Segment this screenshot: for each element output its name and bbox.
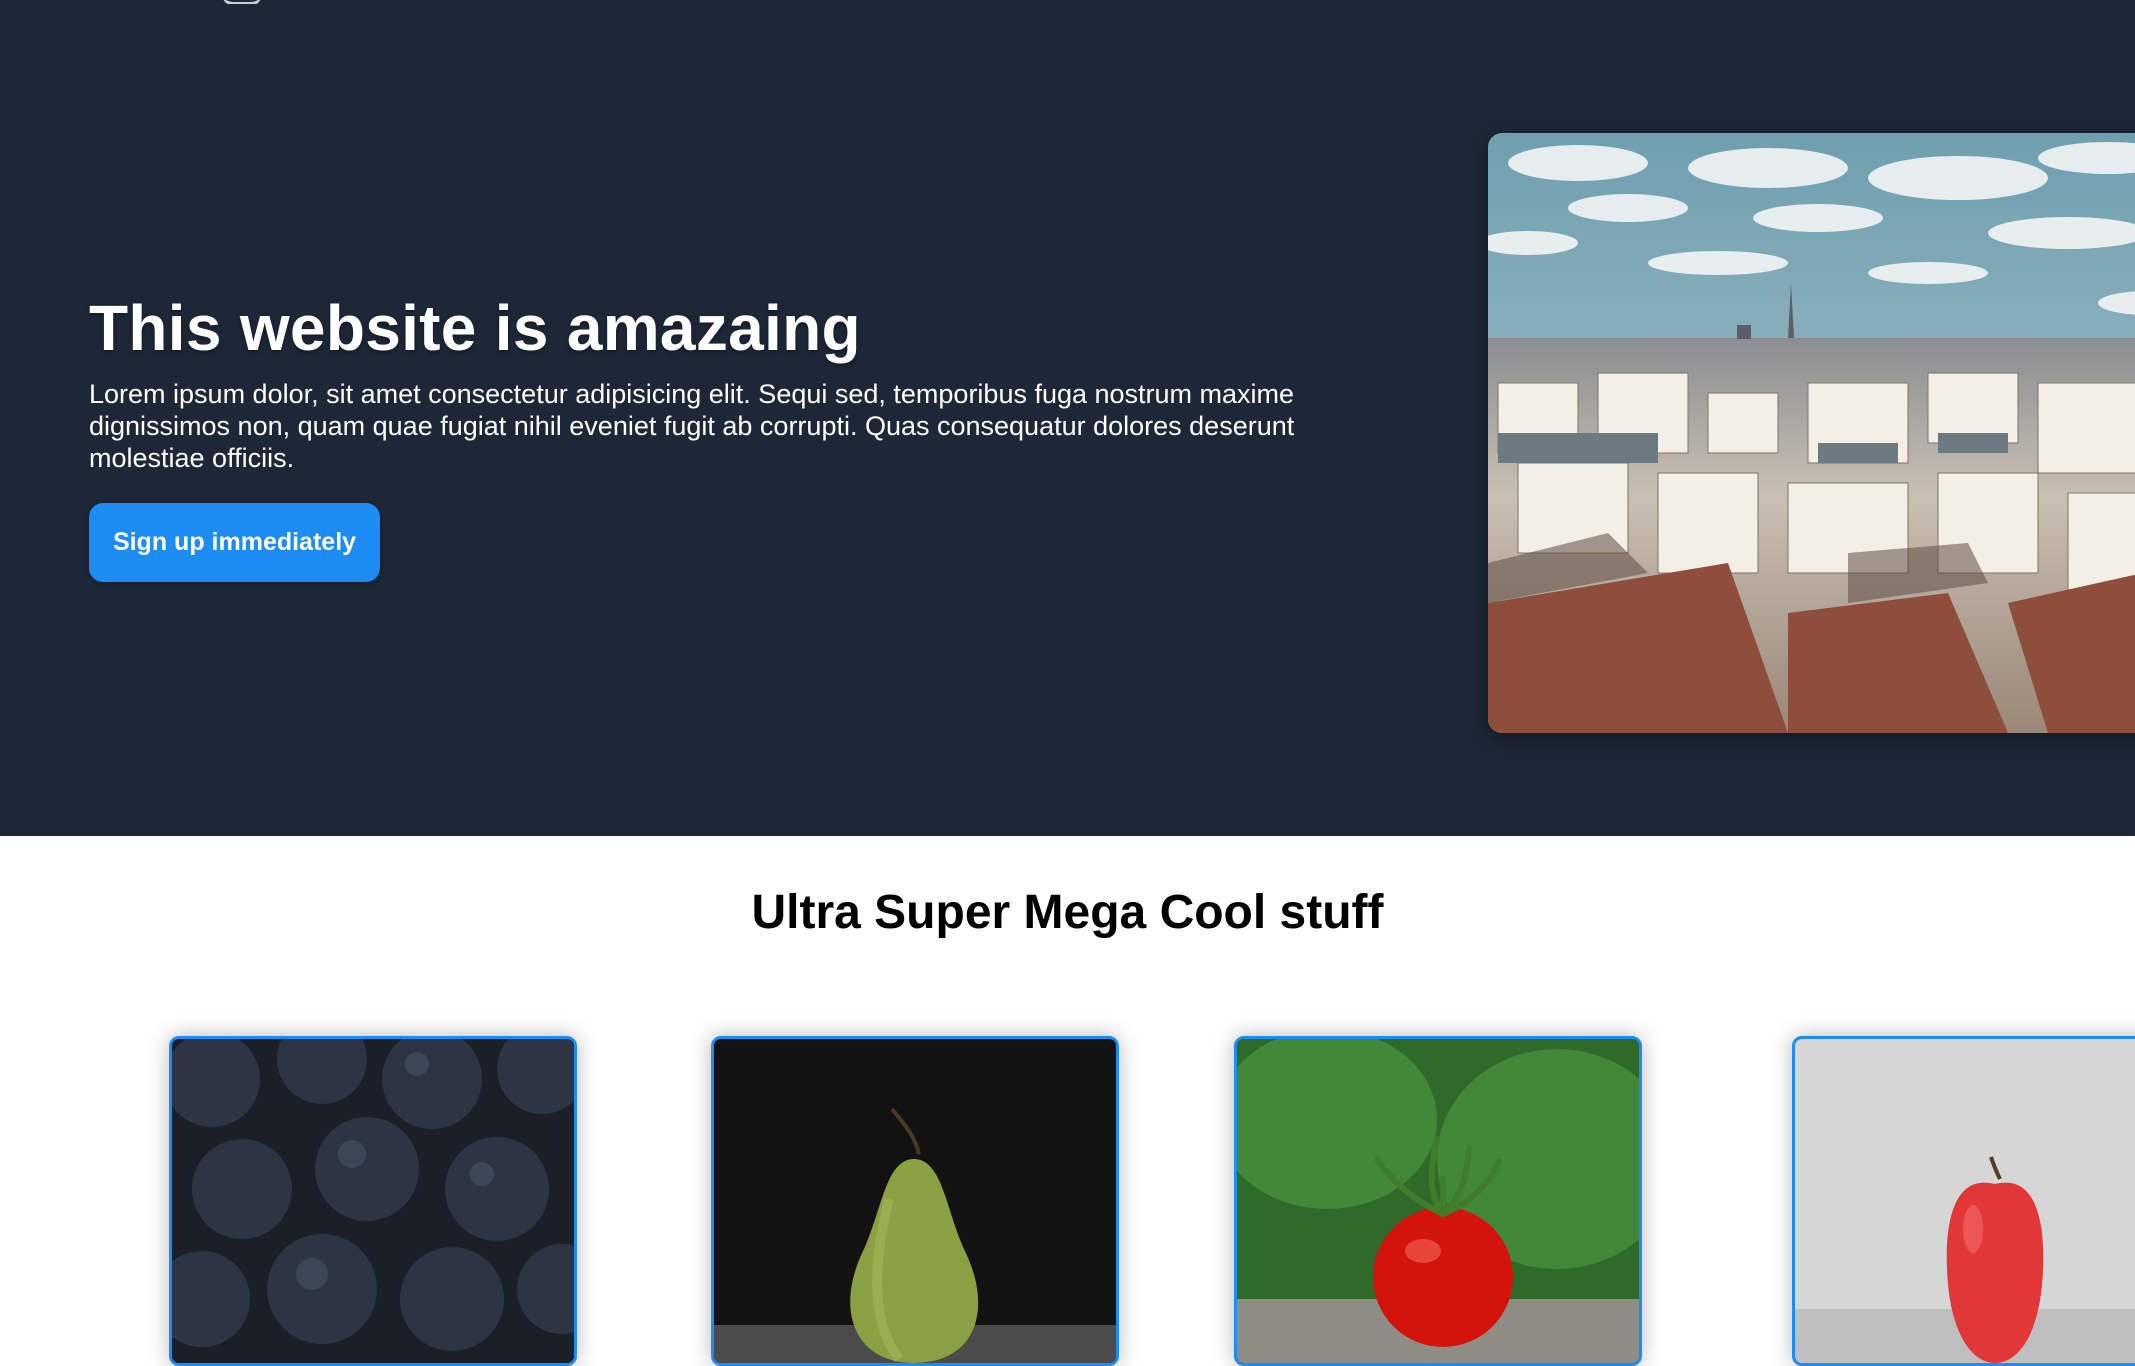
product-card-tomato[interactable]	[1234, 1036, 1642, 1366]
section-title: Ultra Super Mega Cool stuff	[751, 886, 1384, 939]
product-card-blueberries[interactable]	[169, 1036, 577, 1366]
product-card-pear[interactable]	[711, 1036, 1119, 1366]
hero-image	[1488, 133, 2135, 733]
hero-body: Lorem ipsum dolor, sit amet consectetur …	[89, 379, 1295, 473]
tomato-photo	[1237, 1039, 1639, 1363]
product-card-apple[interactable]	[1792, 1036, 2135, 1366]
nav-fragment	[200, 0, 290, 4]
sign-up-button[interactable]: Sign up immediately	[89, 503, 380, 582]
paris-rooftops-photo	[1488, 133, 2135, 733]
apple-photo	[1795, 1039, 2135, 1363]
hero-section: This website is amazaing Lorem ipsum dol…	[0, 0, 2135, 836]
hero-title: This website is amazaing	[89, 292, 861, 364]
pear-photo	[714, 1039, 1116, 1363]
hero-text: This website is amazaing Lorem ipsum dol…	[89, 288, 1349, 474]
blueberries-photo	[172, 1039, 574, 1363]
